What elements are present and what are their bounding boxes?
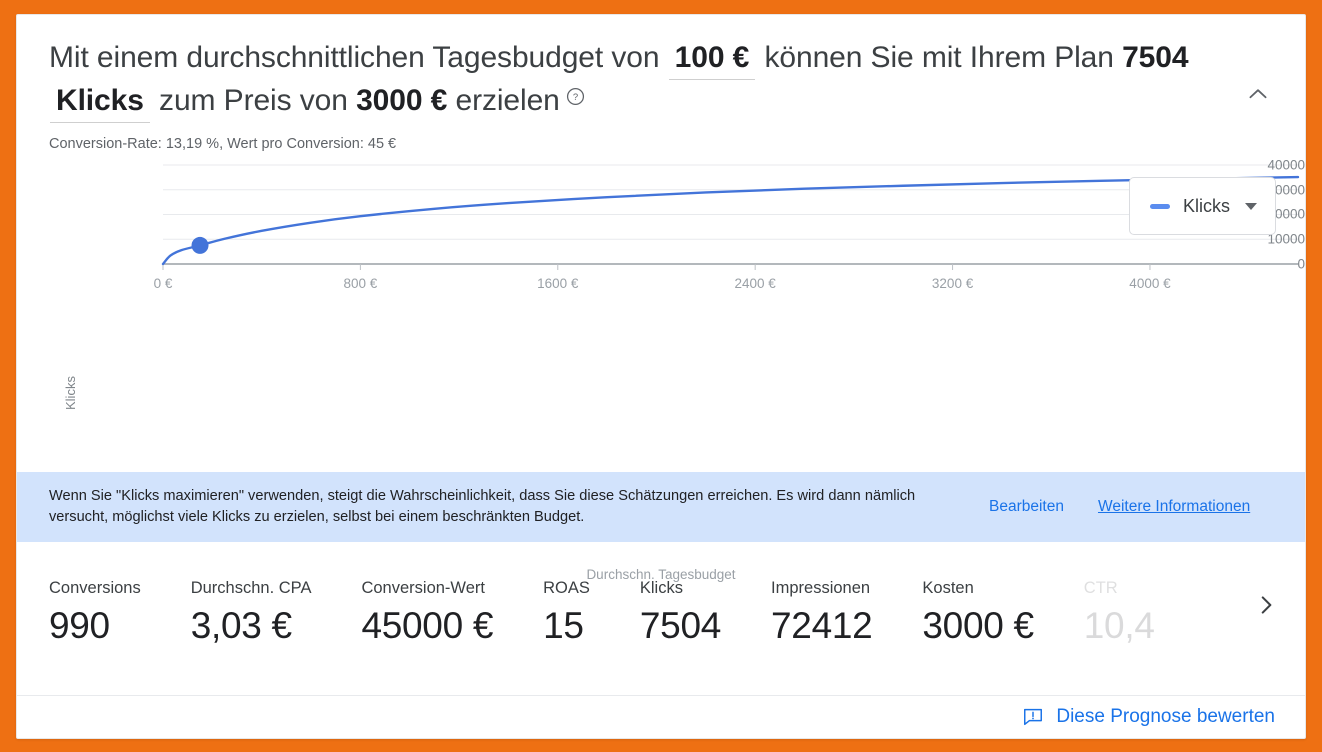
x-tick-label: 800 € — [343, 276, 378, 291]
metric-label: Klicks — [639, 579, 683, 597]
metric-value: 10,4 — [1083, 605, 1155, 646]
collapse-button[interactable] — [1241, 77, 1275, 111]
headline-part-2: können Sie mit Ihrem Plan — [764, 41, 1114, 74]
headline-part-1: Mit einem durchschnittlichen Tagesbudget… — [49, 41, 660, 74]
metric-value: 72412 — [771, 605, 873, 646]
metric-legend-dropdown[interactable]: Klicks — [1128, 177, 1276, 235]
rate-forecast-label: Diese Prognose bewerten — [1056, 706, 1275, 727]
metric-label: Impressionen — [771, 579, 871, 597]
headline-part-3: zum Preis von — [159, 84, 348, 117]
card-header: Mit einem durchschnittlichen Tagesbudget… — [17, 15, 1305, 152]
banner-actions: Bearbeiten Weitere Informationen — [989, 498, 1250, 516]
chevron-up-icon — [1249, 89, 1267, 99]
metric-card: Conversions 990 — [49, 579, 191, 647]
metric-label: ROAS — [543, 579, 590, 597]
edit-link[interactable]: Bearbeiten — [989, 498, 1064, 516]
x-tick-label: 1600 € — [537, 276, 579, 291]
metric-card: CTR 10,4 — [1084, 579, 1205, 647]
metric-label: Conversion-Wert — [361, 579, 485, 597]
legend-line-swatch-icon — [1149, 203, 1170, 209]
chevron-down-icon — [1245, 202, 1257, 210]
current-plan-datapoint[interactable] — [191, 236, 209, 254]
forecast-chart: 0 10000 20000 30000 40000 0 €800 €1600 €2400 … — [17, 152, 1305, 582]
metric-card: Conversion-Wert 45000 € — [361, 579, 543, 647]
metric-value: 45000 € — [361, 605, 494, 646]
metrics-scroll-next-button[interactable] — [1249, 588, 1283, 622]
card-footer: Diese Prognose bewerten — [17, 696, 1305, 738]
maximize-clicks-banner: Wenn Sie "Klicks maximieren" verwenden, … — [17, 472, 1305, 542]
chart-svg — [161, 164, 1300, 270]
forecast-card: Mit einem durchschnittlichen Tagesbudget… — [16, 14, 1306, 739]
metric-card: Impressionen 72412 — [771, 579, 922, 647]
metric-card: ROAS 15 — [543, 579, 640, 647]
x-tick-label: 0 € — [153, 276, 173, 291]
metric-label: Durchschn. CPA — [190, 579, 312, 597]
metric-value: 990 — [49, 605, 110, 646]
metric-card: Klicks 7504 — [640, 579, 771, 647]
y-axis-title: Klicks — [63, 376, 78, 410]
metric-value: 3000 € — [922, 605, 1034, 646]
banner-message: Wenn Sie "Klicks maximieren" verwenden, … — [49, 488, 916, 525]
svg-text:?: ? — [573, 92, 578, 103]
plan-clicks-value: 7504 — [1122, 41, 1189, 74]
conversion-summary: Conversion-Rate: 13,19 %, Wert pro Conve… — [49, 136, 397, 152]
metrics-summary-row: Conversions 990 Durchschn. CPA 3,03 € Conver… — [17, 542, 1305, 686]
x-tick-label: 2400 € — [734, 276, 776, 291]
metric-label: CTR — [1083, 579, 1118, 597]
legend-label: Klicks — [1182, 195, 1230, 216]
headline-part-4: erzielen — [455, 84, 560, 117]
y-tick-label: 40000 — [1267, 157, 1305, 173]
page-title: Mit einem durchschnittlichen Tagesbudget… — [49, 37, 1189, 123]
x-tick-label: 3200 € — [931, 276, 974, 291]
rate-forecast-button[interactable]: Diese Prognose bewerten — [1022, 706, 1275, 728]
metric-card: Kosten 3000 € — [922, 579, 1083, 647]
metric-value: 15 — [543, 605, 584, 646]
chevron-right-icon — [1261, 596, 1272, 614]
y-tick-label: 0 — [1297, 256, 1305, 272]
metric-selector-field[interactable]: Klicks — [50, 84, 150, 123]
metric-card: Durchschn. CPA 3,03 € — [191, 579, 362, 647]
chart-plot-area: 0 10000 20000 30000 40000 0 €800 €1600 €2400 … — [17, 152, 1305, 448]
help-circle-icon[interactable]: ? — [566, 87, 585, 106]
x-tick-label: 4000 € — [1129, 276, 1171, 291]
metric-value: 3,03 € — [190, 605, 292, 646]
feedback-comment-icon — [1024, 708, 1043, 726]
metric-value: 7504 — [639, 605, 722, 646]
more-info-link[interactable]: Weitere Informationen — [1098, 498, 1250, 516]
budget-value-field[interactable]: 100 € — [668, 41, 756, 80]
price-value: 3000 € — [356, 84, 448, 117]
app-frame: Mit einem durchschnittlichen Tagesbudget… — [0, 0, 1322, 752]
metric-label: Conversions — [49, 579, 141, 597]
metric-label: Kosten — [922, 579, 974, 597]
